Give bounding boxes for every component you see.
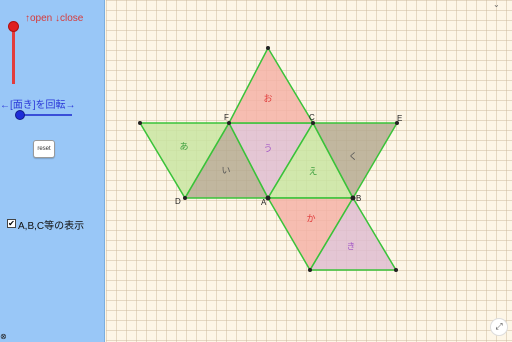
point — [308, 268, 312, 272]
vertex-label-E: E — [397, 114, 402, 123]
point — [394, 268, 398, 272]
vertex-label-D: D — [175, 197, 181, 206]
fullscreen-icon: ⤢ — [495, 322, 503, 332]
face-label-a: あ — [179, 142, 188, 153]
face-label-u: う — [263, 144, 272, 155]
point — [138, 121, 142, 125]
net-figure: F C E D A B あ い う お え く か き — [138, 46, 402, 272]
fullscreen-button[interactable]: ⤢ — [490, 318, 508, 336]
vertex-label-B: B — [356, 194, 361, 203]
face-label-o: お — [263, 94, 272, 105]
face-label-e: え — [308, 167, 317, 178]
point-D — [183, 196, 187, 200]
face-o — [227, 46, 315, 124]
point-B[interactable] — [350, 195, 356, 201]
vertex-label-C: C — [309, 113, 315, 122]
face-label-ki: き — [346, 242, 355, 253]
face-label-ka: か — [306, 214, 315, 225]
point — [266, 46, 270, 50]
face-label-ku: く — [348, 153, 357, 163]
vertex-label-F: F — [224, 113, 229, 122]
face-label-i: い — [221, 167, 230, 177]
vertex-label-A: A — [261, 198, 267, 207]
